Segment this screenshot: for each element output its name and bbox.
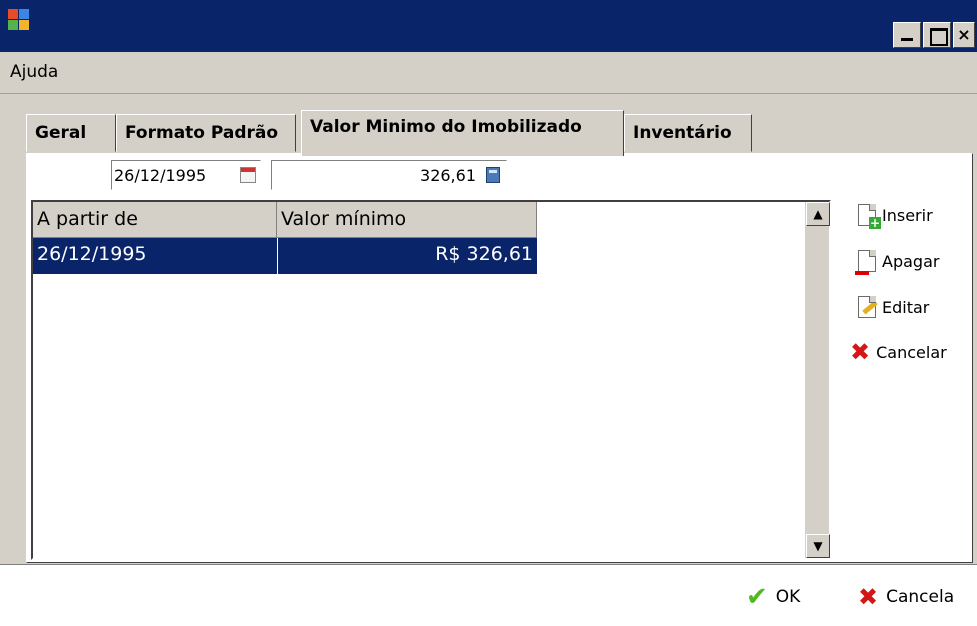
check-icon: ✔ (746, 582, 768, 612)
values-grid[interactable]: A partir de Valor mínimo 26/12/1995 R$ 3… (31, 200, 831, 560)
edit-file-icon (858, 296, 878, 318)
edit-label: Editar (882, 297, 930, 317)
date-input[interactable]: 26/12/1995 (111, 160, 261, 190)
application-window: × Ajuda Geral Formato Padrão Valor Minim… (0, 0, 977, 626)
minimize-button[interactable] (893, 22, 921, 48)
column-header-a-partir-de[interactable]: A partir de (33, 202, 277, 238)
menu-bar: Ajuda (0, 52, 977, 94)
column-header-valor-minimo[interactable]: Valor mínimo (277, 202, 537, 238)
grid-header: A partir de Valor mínimo (33, 202, 537, 238)
ok-button[interactable]: ✔ OK (746, 582, 801, 612)
window-controls: × (893, 22, 975, 48)
date-value: 26/12/1995 (114, 166, 207, 185)
cancel-icon: ✖ (858, 583, 879, 611)
insert-file-icon: + (858, 204, 881, 229)
menu-item-ajuda[interactable]: Ajuda (10, 62, 58, 82)
cancel-button[interactable]: ✖ Cancela (858, 583, 954, 611)
cancel-label: Cancelar (876, 342, 947, 362)
delete-file-icon (855, 250, 876, 275)
app-icon (8, 9, 30, 31)
tab-panel: 26/12/1995 326,61 A partir de Valor míni… (26, 153, 973, 563)
delete-label: Apagar (882, 251, 940, 271)
cancel-icon: ✖ (850, 338, 871, 366)
scroll-up-icon[interactable]: ▲ (806, 202, 830, 226)
close-button[interactable]: × (953, 22, 975, 48)
cancela-label: Cancela (886, 587, 955, 607)
insert-label: Inserir (882, 205, 933, 225)
value-cell: R$ 326,61 (277, 238, 537, 274)
cancel-action-button[interactable]: ✖ Cancelar (850, 335, 947, 369)
calendar-icon[interactable] (240, 167, 256, 183)
date-cell: 26/12/1995 (37, 243, 147, 265)
title-bar[interactable]: × (0, 0, 977, 52)
dialog-footer: ✔ OK ✖ Cancela (0, 564, 977, 626)
tab-geral[interactable]: Geral (26, 114, 116, 152)
table-row[interactable]: 26/12/1995 R$ 326,61 (33, 238, 537, 274)
edit-button[interactable]: Editar (858, 290, 929, 324)
tab-inventario[interactable]: Inventário (624, 114, 752, 152)
value-text: 326,61 (420, 166, 476, 185)
insert-button[interactable]: + Inserir (858, 198, 933, 232)
tab-valor-minimo-do-imobilizado[interactable]: Valor Minimo do Imobilizado (301, 110, 624, 156)
scroll-down-icon[interactable]: ▼ (806, 534, 830, 558)
vertical-scrollbar[interactable]: ▲ ▼ (805, 202, 830, 558)
tab-formato-padrao[interactable]: Formato Padrão (116, 114, 296, 152)
maximize-button[interactable] (923, 22, 951, 48)
calculator-icon[interactable] (486, 167, 500, 183)
ok-label: OK (775, 587, 801, 607)
value-input[interactable]: 326,61 (271, 160, 507, 190)
delete-button[interactable]: Apagar (855, 244, 940, 278)
